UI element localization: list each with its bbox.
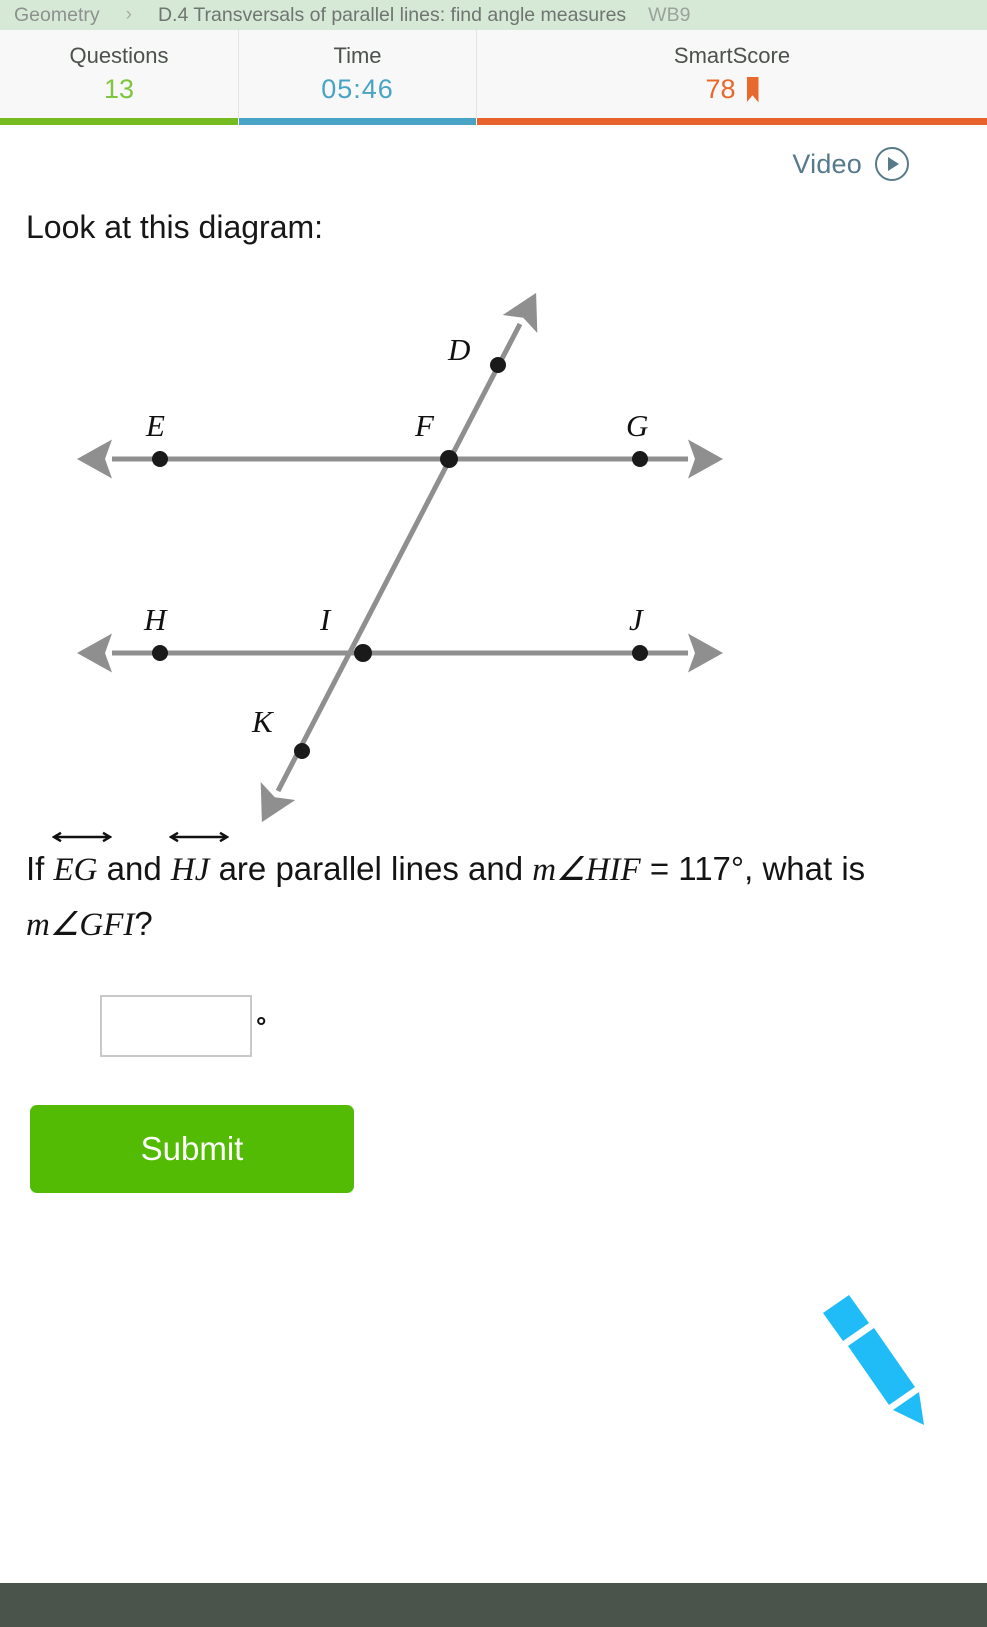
answer-row: ° <box>0 953 987 1057</box>
point-D <box>490 357 506 373</box>
degree-symbol: ° <box>256 1010 267 1041</box>
question-part-5: 117°, what is <box>678 850 866 887</box>
line-notation-EG: EG <box>51 831 112 897</box>
stat-smartscore-value: 78 <box>705 74 736 104</box>
geometry-diagram: E F G H I J D K <box>77 292 724 823</box>
diagram-container: E F G H I J D K <box>0 246 987 824</box>
point-K <box>294 743 310 759</box>
label-I: I <box>319 602 332 637</box>
question-part-4: = <box>640 850 679 887</box>
breadcrumb-skill-code: WB9 <box>648 3 691 26</box>
segment-EG-label: EG <box>53 852 98 888</box>
label-G: G <box>626 408 648 443</box>
segment-HJ-label: HJ <box>170 852 210 888</box>
label-E: E <box>145 408 165 443</box>
breadcrumb-subject[interactable]: Geometry <box>14 4 100 27</box>
question-part-1: If <box>26 850 54 887</box>
progress-bar-questions <box>0 118 238 125</box>
progress-bar-smartscore <box>476 118 987 125</box>
point-J <box>632 645 648 661</box>
question-text: If EG and HJ are parallel lines and m∠HI… <box>0 824 940 953</box>
transversal-line-DK <box>260 292 538 823</box>
line-notation-HJ: HJ <box>168 831 229 897</box>
label-H: H <box>143 602 168 637</box>
point-G <box>632 451 648 467</box>
stat-smartscore: SmartScore 78 <box>476 30 987 118</box>
ixl-practice-page: Geometry › D.4 Transversals of parallel … <box>0 0 987 1627</box>
stat-smartscore-value-wrap: 78 <box>705 74 759 104</box>
play-circle-icon[interactable] <box>875 147 909 181</box>
label-J: J <box>629 602 644 637</box>
stat-questions-value: 13 <box>103 74 135 104</box>
prompt-text: Look at this diagram: <box>26 209 324 245</box>
pencil-icon[interactable] <box>811 1295 931 1430</box>
label-D: D <box>447 332 470 367</box>
stat-smartscore-label: SmartScore <box>673 43 791 68</box>
answer-input[interactable] <box>100 994 252 1057</box>
question-part-6: ? <box>134 905 153 943</box>
video-link-label: Video <box>792 148 862 179</box>
point-I <box>354 644 372 662</box>
point-H <box>152 645 168 661</box>
chevron-right-icon: › <box>125 4 132 25</box>
stats-bar: Questions 13 Time 05:46 SmartScore 78 <box>0 30 987 118</box>
label-F: F <box>414 408 435 443</box>
breadcrumb-skill-title: D.4 Transversals of parallel lines: find… <box>157 3 627 26</box>
stat-questions-label: Questions <box>69 43 169 68</box>
question-part-3: are parallel lines and <box>209 850 533 887</box>
bottom-bar <box>0 1583 987 1627</box>
stat-time: Time 05:46 <box>238 30 476 118</box>
breadcrumb: Geometry › D.4 Transversals of parallel … <box>0 0 987 30</box>
stat-time-value: 05:46 <box>321 74 394 104</box>
video-link[interactable]: Video <box>0 125 987 181</box>
measure-angle-HIF: m∠HIF <box>532 852 641 888</box>
label-K: K <box>251 704 275 739</box>
progress-bar-time <box>238 118 476 125</box>
measure-angle-GFI: m∠GFI <box>26 907 135 944</box>
ribbon-icon <box>746 76 759 103</box>
submit-button[interactable]: Submit <box>30 1104 354 1193</box>
progress-bars <box>0 118 987 125</box>
double-arrow-overline-icon-2 <box>168 831 229 843</box>
point-F <box>440 450 458 468</box>
stat-questions: Questions 13 <box>0 30 238 118</box>
point-E <box>152 451 168 467</box>
double-arrow-overline-icon <box>51 831 112 843</box>
question-part-2: and <box>97 850 171 887</box>
stat-time-label: Time <box>333 43 382 68</box>
